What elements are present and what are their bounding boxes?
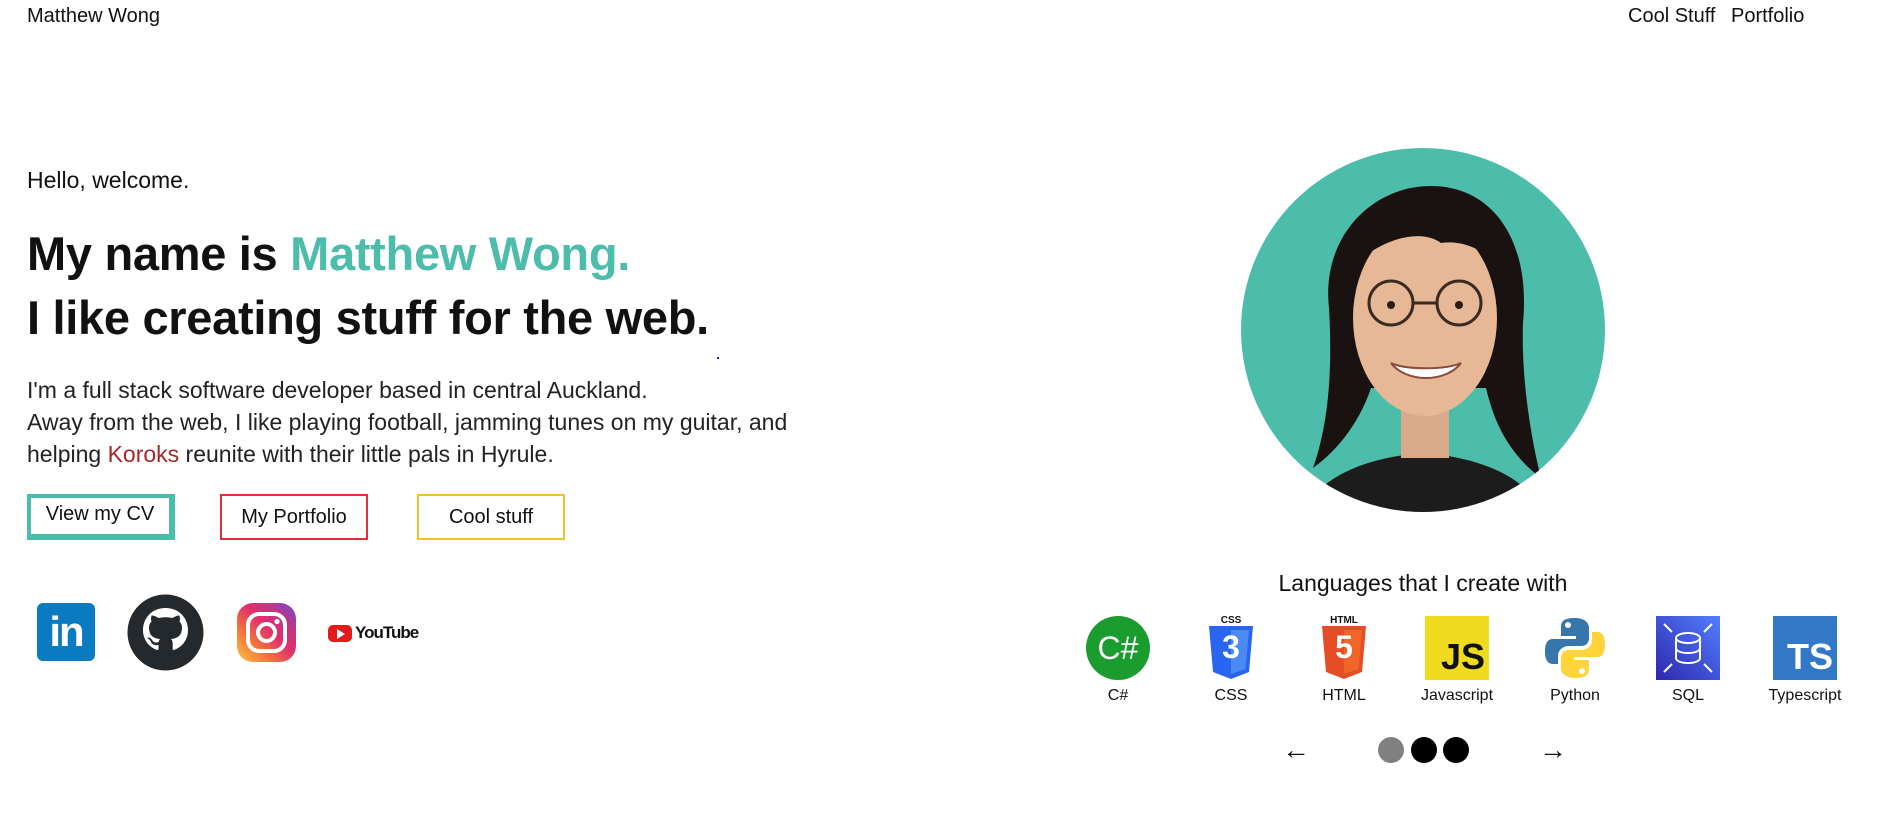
css-icon-glyph: 3 — [1222, 629, 1240, 665]
headline-line1: My name is Matthew Wong. — [27, 222, 709, 286]
html-icon-glyph: 5 — [1335, 629, 1353, 665]
language-label: SQL — [1671, 687, 1704, 704]
bio-line-3: helping Koroks reunite with their little… — [27, 438, 787, 470]
html-icon: HTML 5 — [1311, 615, 1377, 681]
bio: I'm a full stack software developer base… — [27, 374, 787, 470]
csharp-icon-glyph: C# — [1086, 616, 1150, 680]
languages-list: C# C# CSS 3 CSS HTML 5 HTML JS Javascrip… — [1040, 615, 1841, 710]
language-label: Python — [1550, 687, 1600, 704]
cool-stuff-button[interactable]: Cool stuff — [417, 494, 565, 540]
sql-database-icon — [1655, 615, 1721, 681]
profile-photo — [1241, 148, 1605, 512]
language-item-typescript: TS Typescript — [1750, 615, 1860, 705]
greeting: Hello, welcome. — [27, 167, 190, 193]
python-icon — [1542, 615, 1608, 681]
carousel-dot-1[interactable] — [1378, 737, 1404, 763]
carousel-prev-arrow-icon[interactable]: ← — [1282, 736, 1310, 764]
carousel-dot-3[interactable] — [1443, 737, 1469, 763]
linkedin-icon[interactable]: in — [37, 603, 95, 661]
languages-title: Languages that I create with — [1278, 570, 1568, 596]
nav-portfolio[interactable]: Portfolio — [1731, 5, 1804, 28]
language-label: C# — [1107, 687, 1129, 704]
bio-line-2: Away from the web, I like playing footba… — [27, 409, 788, 435]
javascript-icon-glyph: JS — [1425, 616, 1489, 680]
youtube-icon[interactable]: YouTube — [328, 622, 419, 644]
headline-line2: I like creating stuff for the web. — [27, 291, 709, 344]
github-icon[interactable] — [127, 594, 204, 671]
nav-cool-stuff[interactable]: Cool Stuff — [1628, 5, 1715, 28]
carousel-next-arrow-icon[interactable]: → — [1539, 736, 1567, 764]
language-item-html: HTML 5 HTML — [1289, 615, 1399, 705]
language-item-css: CSS 3 CSS — [1176, 615, 1286, 705]
site-brand[interactable]: Matthew Wong — [27, 5, 160, 28]
bio-line-1: I'm a full stack software developer base… — [27, 377, 648, 403]
view-cv-button[interactable]: View my CV — [27, 494, 175, 540]
language-item-python: Python — [1520, 615, 1630, 705]
carousel-dot-2[interactable] — [1411, 737, 1437, 763]
language-label: Javascript — [1420, 687, 1494, 704]
typescript-icon: TS — [1772, 615, 1838, 681]
language-label: CSS — [1214, 687, 1248, 704]
language-label: Typescript — [1768, 687, 1842, 704]
bio-line-3-after: reunite with their little pals in Hyrule… — [179, 441, 554, 467]
headline-prefix: My name is — [27, 227, 291, 280]
youtube-wordmark: YouTube — [355, 623, 419, 642]
language-item-sql: SQL — [1633, 615, 1743, 705]
typescript-icon-glyph: TS — [1773, 616, 1837, 680]
javascript-icon: JS — [1424, 615, 1490, 681]
language-label: HTML — [1322, 687, 1366, 704]
html-icon-badge: HTML — [1330, 615, 1358, 626]
headline-name: Matthew Wong. — [290, 227, 630, 280]
css-icon-badge: CSS — [1220, 615, 1242, 626]
instagram-icon[interactable] — [237, 603, 296, 662]
headline: My name is Matthew Wong. I like creating… — [27, 222, 709, 350]
stray-dot — [717, 357, 719, 359]
css-icon: CSS 3 — [1198, 615, 1264, 681]
youtube-play-icon — [328, 624, 352, 642]
koroks-link[interactable]: Koroks — [108, 441, 180, 467]
my-portfolio-button[interactable]: My Portfolio — [220, 494, 368, 540]
csharp-icon: C# — [1085, 615, 1151, 681]
language-item-csharp: C# C# — [1063, 615, 1173, 705]
bio-line-3-before: helping — [27, 441, 108, 467]
language-item-javascript: JS Javascript — [1402, 615, 1512, 705]
